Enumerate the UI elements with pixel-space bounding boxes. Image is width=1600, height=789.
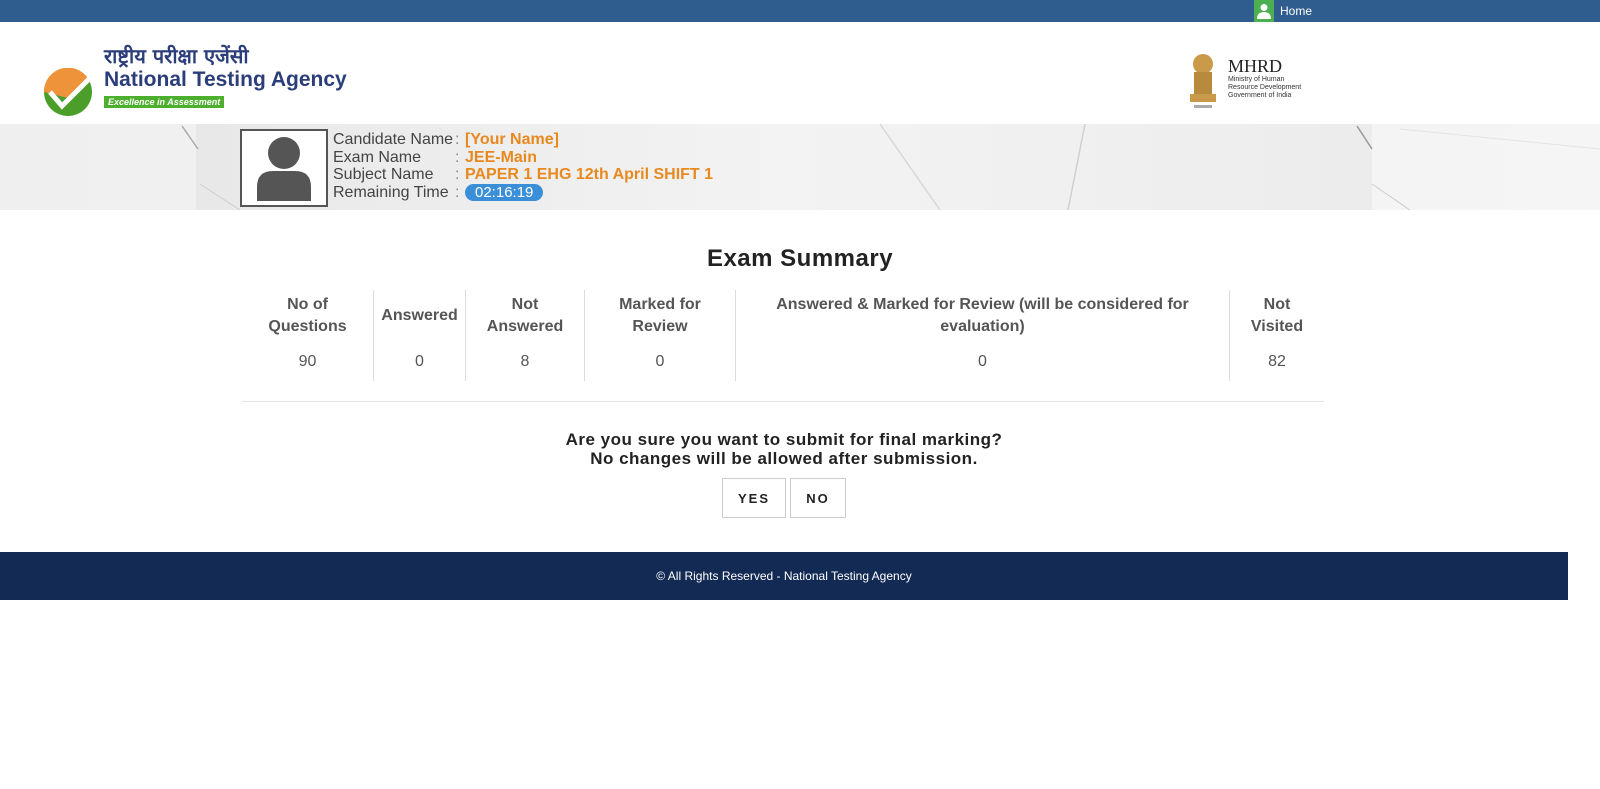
confirm-buttons: YES NO [722,478,846,518]
submit-confirmation: Are you sure you want to submit for fina… [0,430,1568,468]
confirm-warning: No changes will be allowed after submiss… [590,449,978,468]
header: राष्ट्रीय परीक्षा एजेंसी National Testin… [0,22,1600,124]
summary-col-marked-review: Marked for Review 0 [585,290,736,381]
user-icon [1254,0,1274,22]
exam-name-row: Exam Name : JEE-Main [333,148,538,166]
field-label: Exam Name [333,148,422,166]
mhrd-line: Ministry of Human [1228,76,1285,83]
remaining-time-row: Remaining Time : 02:16:19 [333,183,713,201]
home-label: Home [1280,4,1313,18]
exam-summary-table: No of Questions 90 Answered 0 Not Answer… [242,290,1324,402]
top-bar: Home [0,0,1600,22]
mhrd-logo: MHRD Ministry of Human Resource Developm… [1186,52,1301,112]
candidate-info: Candidate Name : [Your Name] Exam Name :… [333,131,713,201]
nta-logo: राष्ट्रीय परीक्षा एजेंसी National Testin… [43,44,347,116]
page-title: Exam Summary [706,245,894,272]
summary-col-not-visited: Not Visited 82 [1250,296,1304,370]
logo-tagline: Excellence in Assessment [104,96,225,108]
footer: © All Rights Reserved - National Testing… [0,552,1568,600]
footer-copyright: © All Rights Reserved - National Testing… [656,569,912,583]
field-label: Remaining Time [333,183,449,201]
remaining-time-badge: 02:16:19 [465,183,544,201]
yes-button[interactable]: YES [722,478,786,518]
field-label: Candidate Name [333,131,454,148]
exam-name-value: JEE-Main [465,148,538,166]
home-link[interactable]: Home [1254,0,1312,22]
mhrd-line: Government of India [1228,92,1292,99]
mhrd-line: Resource Development [1228,84,1302,91]
candidate-name-row: Candidate Name : [Your Name] [333,131,559,148]
subject-name-value: PAPER 1 EHG 12th April SHIFT 1 [465,166,714,183]
summary-col-answered: Answered 0 [374,290,466,381]
summary-col-answered-marked: Answered & Marked for Review (will be co… [736,290,1230,381]
summary-col-total: No of Questions 90 [242,290,374,381]
logo-hindi-text: राष्ट्रीय परीक्षा एजेंसी [104,44,249,68]
no-button[interactable]: NO [790,478,846,518]
avatar-icon [257,137,311,201]
mhrd-title: MHRD [1228,56,1283,76]
field-label: Subject Name [333,166,434,183]
candidate-banner: Candidate Name : [Your Name] Exam Name :… [0,124,1600,210]
subject-name-row: Subject Name : PAPER 1 EHG 12th April SH… [333,166,714,183]
nta-check-logo-icon [43,67,92,116]
confirm-question: Are you sure you want to submit for fina… [565,430,1003,449]
logo-english-text: National Testing Agency [104,68,347,91]
summary-col-not-answered: Not Answered 8 [466,290,585,381]
candidate-name-value: [Your Name] [465,131,559,148]
candidate-avatar [240,129,328,207]
national-emblem-icon [1186,52,1220,112]
